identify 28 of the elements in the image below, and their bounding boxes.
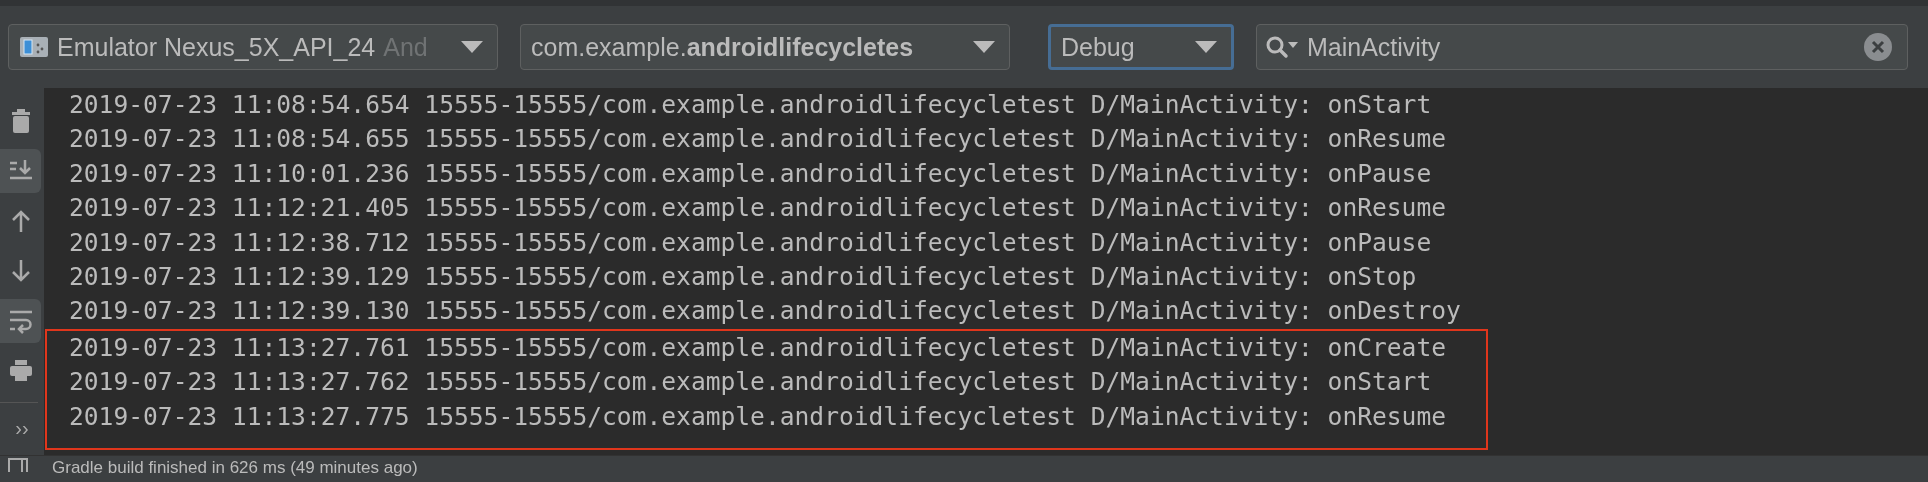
device-icon — [19, 36, 49, 58]
scroll-to-end-icon[interactable] — [0, 149, 41, 193]
process-name: com.example.androidlifecycletes — [531, 32, 914, 62]
panel-toggle-icon[interactable] — [8, 458, 28, 472]
log-level-value: Debug — [1061, 32, 1135, 62]
device-name: Emulator Nexus_5X_API_24 — [57, 32, 376, 62]
clear-icon[interactable] — [1863, 32, 1893, 62]
log-line: 2019-07-23 11:12:39.129 15555-15555/com.example.androidlifecycletest D/MainActivity: onStop — [69, 260, 1417, 293]
status-text: Gradle build finished in 626 ms (49 minutes ago) — [52, 458, 418, 478]
search-field[interactable]: MainActivity — [1256, 24, 1908, 70]
search-icon — [1265, 35, 1299, 59]
log-line: 2019-07-23 11:10:01.236 15555-15555/com.example.androidlifecycletest D/MainActivity: onPause — [69, 157, 1432, 190]
log-line: 2019-07-23 11:08:54.655 15555-15555/com.example.androidlifecycletest D/MainActivity: onResume — [69, 123, 1447, 156]
soft-wrap-icon[interactable] — [0, 299, 41, 343]
caret-icon — [461, 41, 483, 53]
log-line: 2019-07-23 11:08:54.654 15555-15555/com.example.androidlifecycletest D/MainActivity: onStart — [69, 89, 1432, 121]
search-value: MainActivity — [1307, 32, 1441, 62]
log-line: 2019-07-23 11:12:21.405 15555-15555/com.example.androidlifecycletest D/MainActivity: onResume — [69, 192, 1447, 225]
log-line: 2019-07-23 11:12:38.712 15555-15555/com.example.androidlifecycletest D/MainActivity: onPause — [69, 226, 1432, 259]
caret-icon — [1195, 41, 1217, 53]
log-level-dropdown[interactable]: Debug — [1048, 24, 1234, 70]
caret-icon — [973, 41, 995, 53]
more-tools-button[interactable]: ›› — [0, 409, 44, 440]
log-line: 2019-07-23 11:13:27.761 15555-15555/com.example.androidlifecycletest D/MainActivity: onCreate — [69, 331, 1447, 364]
log-line: 2019-07-23 11:13:27.762 15555-15555/com.example.androidlifecycletest D/MainActivity: onStart — [69, 366, 1432, 399]
process-dropdown[interactable]: com.example.androidlifecycletes — [520, 24, 1010, 70]
log-line: 2019-07-23 11:12:39.130 15555-15555/com.example.androidlifecycletest D/MainActivity: onDestroy — [69, 295, 1461, 328]
log-line: 2019-07-23 11:13:27.775 15555-15555/com.example.androidlifecycletest D/MainActivity: onResume — [69, 400, 1447, 433]
